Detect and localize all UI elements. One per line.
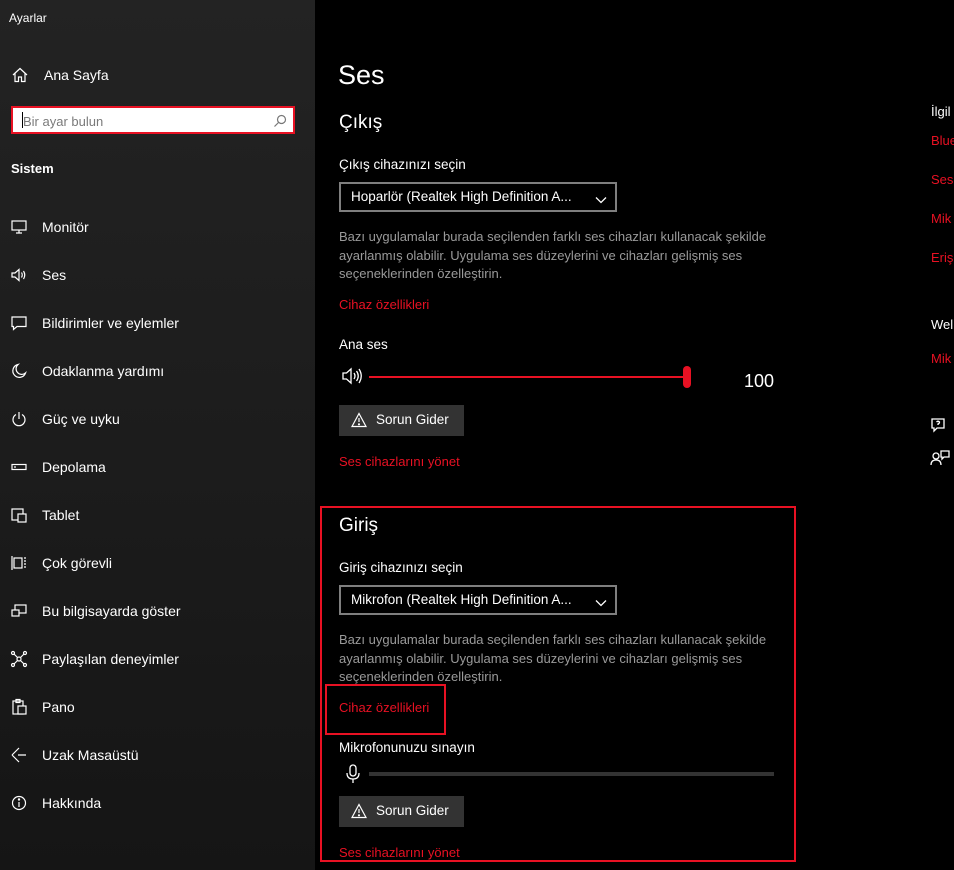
remote-desktop-icon	[10, 746, 28, 764]
related-settings-column: İlgil Blue Ses Mik Eriş Wel Mik	[930, 0, 954, 870]
moon-icon	[10, 362, 28, 380]
related-link[interactable]: Blue	[931, 133, 954, 148]
sidebar-item-label: Uzak Masaüstü	[42, 747, 139, 763]
monitor-icon	[10, 218, 28, 236]
input-manage-devices-link[interactable]: Ses cihazlarını yönet	[339, 845, 460, 860]
app-title: Ayarlar	[9, 11, 47, 25]
sidebar-item-about[interactable]: Hakkında	[0, 785, 315, 821]
master-volume-label: Ana ses	[339, 337, 388, 352]
sidebar-item-shared-experiences[interactable]: Paylaşılan deneyimler	[0, 641, 315, 677]
web-help-link[interactable]: Mik	[931, 351, 951, 366]
search-box[interactable]	[11, 106, 295, 134]
project-icon	[10, 602, 28, 620]
clipboard-icon	[10, 698, 28, 716]
input-device-properties-link[interactable]: Cihaz özellikleri	[339, 700, 429, 715]
main-content: Ses Çıkış Çıkış cihazınızı seçin Hoparlö…	[315, 0, 954, 870]
sidebar-item-home[interactable]: Ana Sayfa	[0, 60, 315, 90]
sidebar-item-multitasking[interactable]: Çok görevli	[0, 545, 315, 581]
button-label: Sorun Gider	[376, 803, 449, 818]
sidebar-item-storage[interactable]: Depolama	[0, 449, 315, 485]
sidebar-item-label: Ana Sayfa	[44, 67, 109, 83]
page-title: Ses	[338, 60, 385, 90]
power-icon	[10, 410, 28, 428]
speaker-icon	[10, 266, 28, 284]
sidebar-item-label: Depolama	[42, 459, 106, 475]
mic-level-meter	[369, 772, 774, 776]
volume-value: 100	[744, 371, 775, 391]
sidebar-item-label: Monitör	[42, 219, 89, 235]
sidebar-item-label: Odaklanma yardımı	[42, 363, 165, 379]
sidebar-item-tablet[interactable]: Tablet	[0, 497, 315, 533]
sidebar-item-label: Güç ve uyku	[42, 411, 120, 427]
search-icon[interactable]	[273, 114, 287, 128]
sidebar-item-label: Tablet	[42, 507, 80, 523]
related-link[interactable]: Ses	[931, 172, 953, 187]
sidebar-item-label: Bu bilgisayarda göster	[42, 603, 181, 619]
search-input[interactable]	[21, 111, 265, 131]
sidebar-item-projecting[interactable]: Bu bilgisayarda göster	[0, 593, 315, 629]
input-heading: Giriş	[339, 515, 379, 536]
home-icon	[11, 66, 29, 84]
volume-fill	[369, 376, 687, 378]
sidebar-item-label: Hakkında	[42, 795, 102, 811]
get-help-icon[interactable]	[930, 417, 950, 435]
input-troubleshoot-button[interactable]: Sorun Gider	[339, 796, 464, 827]
info-icon	[10, 794, 28, 812]
warning-icon	[351, 412, 367, 428]
multitask-icon	[10, 554, 28, 572]
sidebar-item-label: Pano	[42, 699, 75, 715]
speaker-volume-icon[interactable]	[341, 366, 363, 386]
output-device-dropdown[interactable]: Hoparlör (Realtek High Definition A...	[339, 182, 617, 212]
input-description: Bazı uygulamalar burada seçilenden farkl…	[339, 632, 767, 684]
shared-icon	[10, 650, 28, 668]
tablet-icon	[10, 506, 28, 524]
microphone-icon	[345, 764, 361, 784]
related-heading: İlgil	[931, 104, 951, 119]
sidebar-item-monitor[interactable]: Monitör	[0, 209, 315, 245]
sidebar-item-clipboard[interactable]: Pano	[0, 689, 315, 725]
sidebar-item-label: Paylaşılan deneyimler	[42, 651, 179, 667]
sidebar-item-label: Ses	[42, 267, 67, 283]
feedback-icon[interactable]	[930, 449, 950, 467]
sidebar: Ayarlar Ana Sayfa Sistem Monitör Ses Bil…	[0, 0, 315, 870]
warning-icon	[351, 803, 367, 819]
mic-test-label: Mikrofonunuzu sınayın	[339, 740, 475, 755]
output-device-label: Çıkış cihazınızı seçin	[339, 157, 466, 172]
storage-icon	[10, 458, 28, 476]
output-manage-devices-link[interactable]: Ses cihazlarını yönet	[339, 454, 460, 469]
sidebar-section-label: Sistem	[11, 161, 54, 176]
sidebar-item-label: Bildirimler ve eylemler	[42, 315, 179, 331]
sidebar-item-notifications[interactable]: Bildirimler ve eylemler	[0, 305, 315, 341]
button-label: Sorun Gider	[376, 412, 449, 427]
volume-thumb[interactable]	[683, 366, 691, 388]
chevron-down-icon	[595, 595, 607, 607]
output-device-value: Hoparlör (Realtek High Definition A...	[351, 189, 572, 204]
output-heading: Çıkış	[339, 112, 383, 133]
input-device-value: Mikrofon (Realtek High Definition A...	[351, 592, 572, 607]
notification-icon	[10, 314, 28, 332]
related-link[interactable]: Eriş	[931, 250, 953, 265]
sidebar-item-power[interactable]: Güç ve uyku	[0, 401, 315, 437]
output-troubleshoot-button[interactable]: Sorun Gider	[339, 405, 464, 436]
output-description: Bazı uygulamalar burada seçilenden farkl…	[339, 229, 767, 281]
sidebar-item-label: Çok görevli	[42, 555, 113, 571]
related-link[interactable]: Mik	[931, 211, 951, 226]
sidebar-item-sound[interactable]: Ses	[0, 257, 315, 293]
sidebar-item-remote-desktop[interactable]: Uzak Masaüstü	[0, 737, 315, 773]
input-device-dropdown[interactable]: Mikrofon (Realtek High Definition A...	[339, 585, 617, 615]
input-device-label: Giriş cihazınızı seçin	[339, 560, 463, 575]
web-help-heading: Wel	[931, 317, 954, 332]
volume-slider[interactable]	[369, 366, 691, 388]
output-device-properties-link[interactable]: Cihaz özellikleri	[339, 297, 429, 312]
chevron-down-icon	[595, 192, 607, 204]
sidebar-item-focus-assist[interactable]: Odaklanma yardımı	[0, 353, 315, 389]
